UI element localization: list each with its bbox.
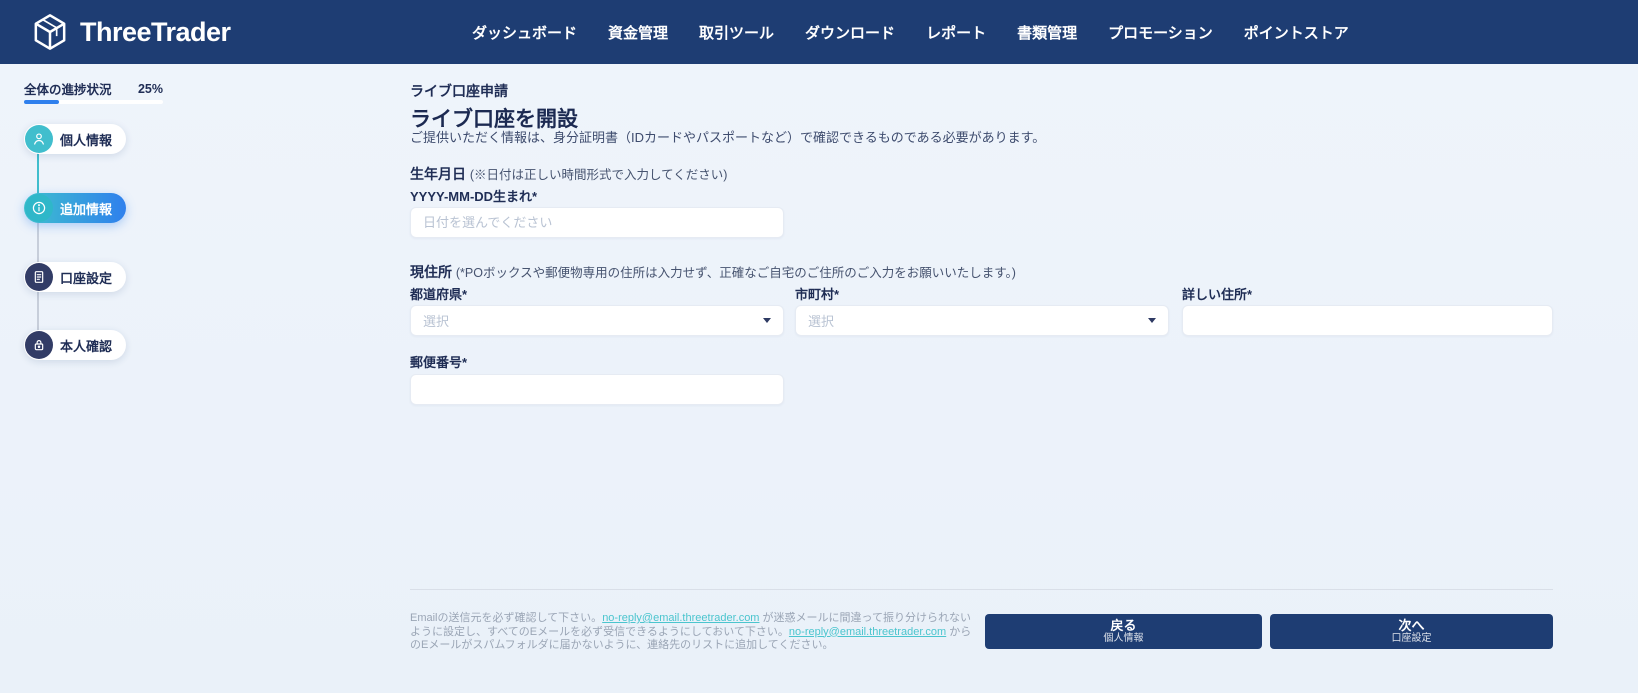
threetrader-cube-icon <box>34 14 66 50</box>
step-additional-info[interactable]: 追加情報 <box>24 193 127 223</box>
top-navbar: ThreeTrader ダッシュボード 資金管理 取引ツール ダウンロード レポ… <box>0 0 1638 64</box>
nav-point-store[interactable]: ポイントストア <box>1244 22 1349 43</box>
live-account-application-page: ThreeTrader ダッシュボード 資金管理 取引ツール ダウンロード レポ… <box>0 0 1638 693</box>
street-address-label: 詳しい住所* <box>1182 287 1253 302</box>
footer-divider <box>410 589 1553 590</box>
brand-logo-link[interactable]: ThreeTrader <box>30 12 231 52</box>
document-icon <box>25 263 53 291</box>
dob-section-label: 生年月日 (※日付は正しい時間形式で入力してください) <box>410 164 727 184</box>
postal-code-input[interactable] <box>410 374 784 405</box>
nav-document-management[interactable]: 書類管理 <box>1017 22 1077 43</box>
postal-code-label: 郵便番号* <box>410 355 468 370</box>
next-button-label: 次へ <box>1398 618 1425 633</box>
dob-field-label: YYYY-MM-DD生まれ* <box>410 189 538 204</box>
prefecture-select[interactable]: 選択 <box>410 305 784 336</box>
progress-label: 全体の進捗状況 <box>24 83 112 97</box>
nav-download[interactable]: ダウンロード <box>805 22 895 43</box>
brand-name: ThreeTrader <box>80 16 231 47</box>
progress-fill <box>24 100 59 104</box>
note-text-1: Emailの送信元を必ず確認して下さい。 <box>410 612 603 624</box>
nav-promotion[interactable]: プロモーション <box>1108 22 1213 43</box>
prefecture-placeholder: 選択 <box>423 314 450 329</box>
step-personal-info[interactable]: 個人情報 <box>24 124 127 154</box>
dob-section-note: (※日付は正しい時間形式で入力してください) <box>469 168 728 182</box>
lock-icon <box>25 331 53 359</box>
back-button-sublabel: 個人情報 <box>1103 633 1144 644</box>
chevron-down-icon <box>1148 318 1156 323</box>
step-identity-verification[interactable]: 本人確認 <box>24 330 127 360</box>
page-subtitle: ご提供いただく情報は、身分証明書（IDカードやパスポートなど）で確認できるもので… <box>410 130 1046 145</box>
nav-report[interactable]: レポート <box>926 22 986 43</box>
progress-header: 全体の進捗状況 25% <box>24 79 163 98</box>
address-section-title: 現住所 <box>410 264 452 280</box>
back-button-label: 戻る <box>1110 618 1137 633</box>
city-label: 市町村* <box>795 287 840 302</box>
step-label-account-settings: 口座設定 <box>60 270 113 286</box>
breadcrumb: ライブ口座申請 <box>410 83 508 99</box>
info-icon <box>25 194 53 222</box>
back-button[interactable]: 戻る 個人情報 <box>985 614 1262 649</box>
next-button[interactable]: 次へ 口座設定 <box>1270 614 1553 649</box>
nav-dashboard[interactable]: ダッシュボード <box>472 22 577 43</box>
main-nav: ダッシュボード 資金管理 取引ツール ダウンロード レポート 書類管理 プロモー… <box>472 0 1349 64</box>
email-confirmation-note: Emailの送信元を必ず確認して下さい。no-reply@email.three… <box>410 612 977 653</box>
noreply-email-link[interactable]: no-reply@email.threetrader.com <box>602 612 759 624</box>
dob-input[interactable] <box>410 207 784 238</box>
dob-section-title: 生年月日 <box>410 166 466 182</box>
nav-trading-tools[interactable]: 取引ツール <box>699 22 774 43</box>
noreply-email-link[interactable]: no-reply@email.threetrader.com <box>789 626 946 638</box>
nav-funds-management[interactable]: 資金管理 <box>608 22 668 43</box>
progress-bar <box>24 100 163 104</box>
city-placeholder: 選択 <box>808 314 835 329</box>
step-account-settings[interactable]: 口座設定 <box>24 262 127 292</box>
step-label-additional-info: 追加情報 <box>60 201 113 217</box>
street-address-input[interactable] <box>1182 305 1553 336</box>
address-section-label: 現住所 (*POボックスや郵便物専用の住所は入力せず、正確なご自宅のご住所のご入… <box>410 262 1016 282</box>
step-label-personal-info: 個人情報 <box>60 132 113 148</box>
prefecture-label: 都道府県* <box>410 287 468 302</box>
chevron-down-icon <box>763 318 771 323</box>
person-icon <box>25 125 53 153</box>
address-section-note: (*POボックスや郵便物専用の住所は入力せず、正確なご自宅のご住所のご入力をお願… <box>455 266 1016 280</box>
city-select[interactable]: 選択 <box>795 305 1169 336</box>
step-label-identity-verification: 本人確認 <box>60 338 113 354</box>
next-button-sublabel: 口座設定 <box>1391 633 1432 644</box>
progress-percentage: 25% <box>137 81 163 96</box>
